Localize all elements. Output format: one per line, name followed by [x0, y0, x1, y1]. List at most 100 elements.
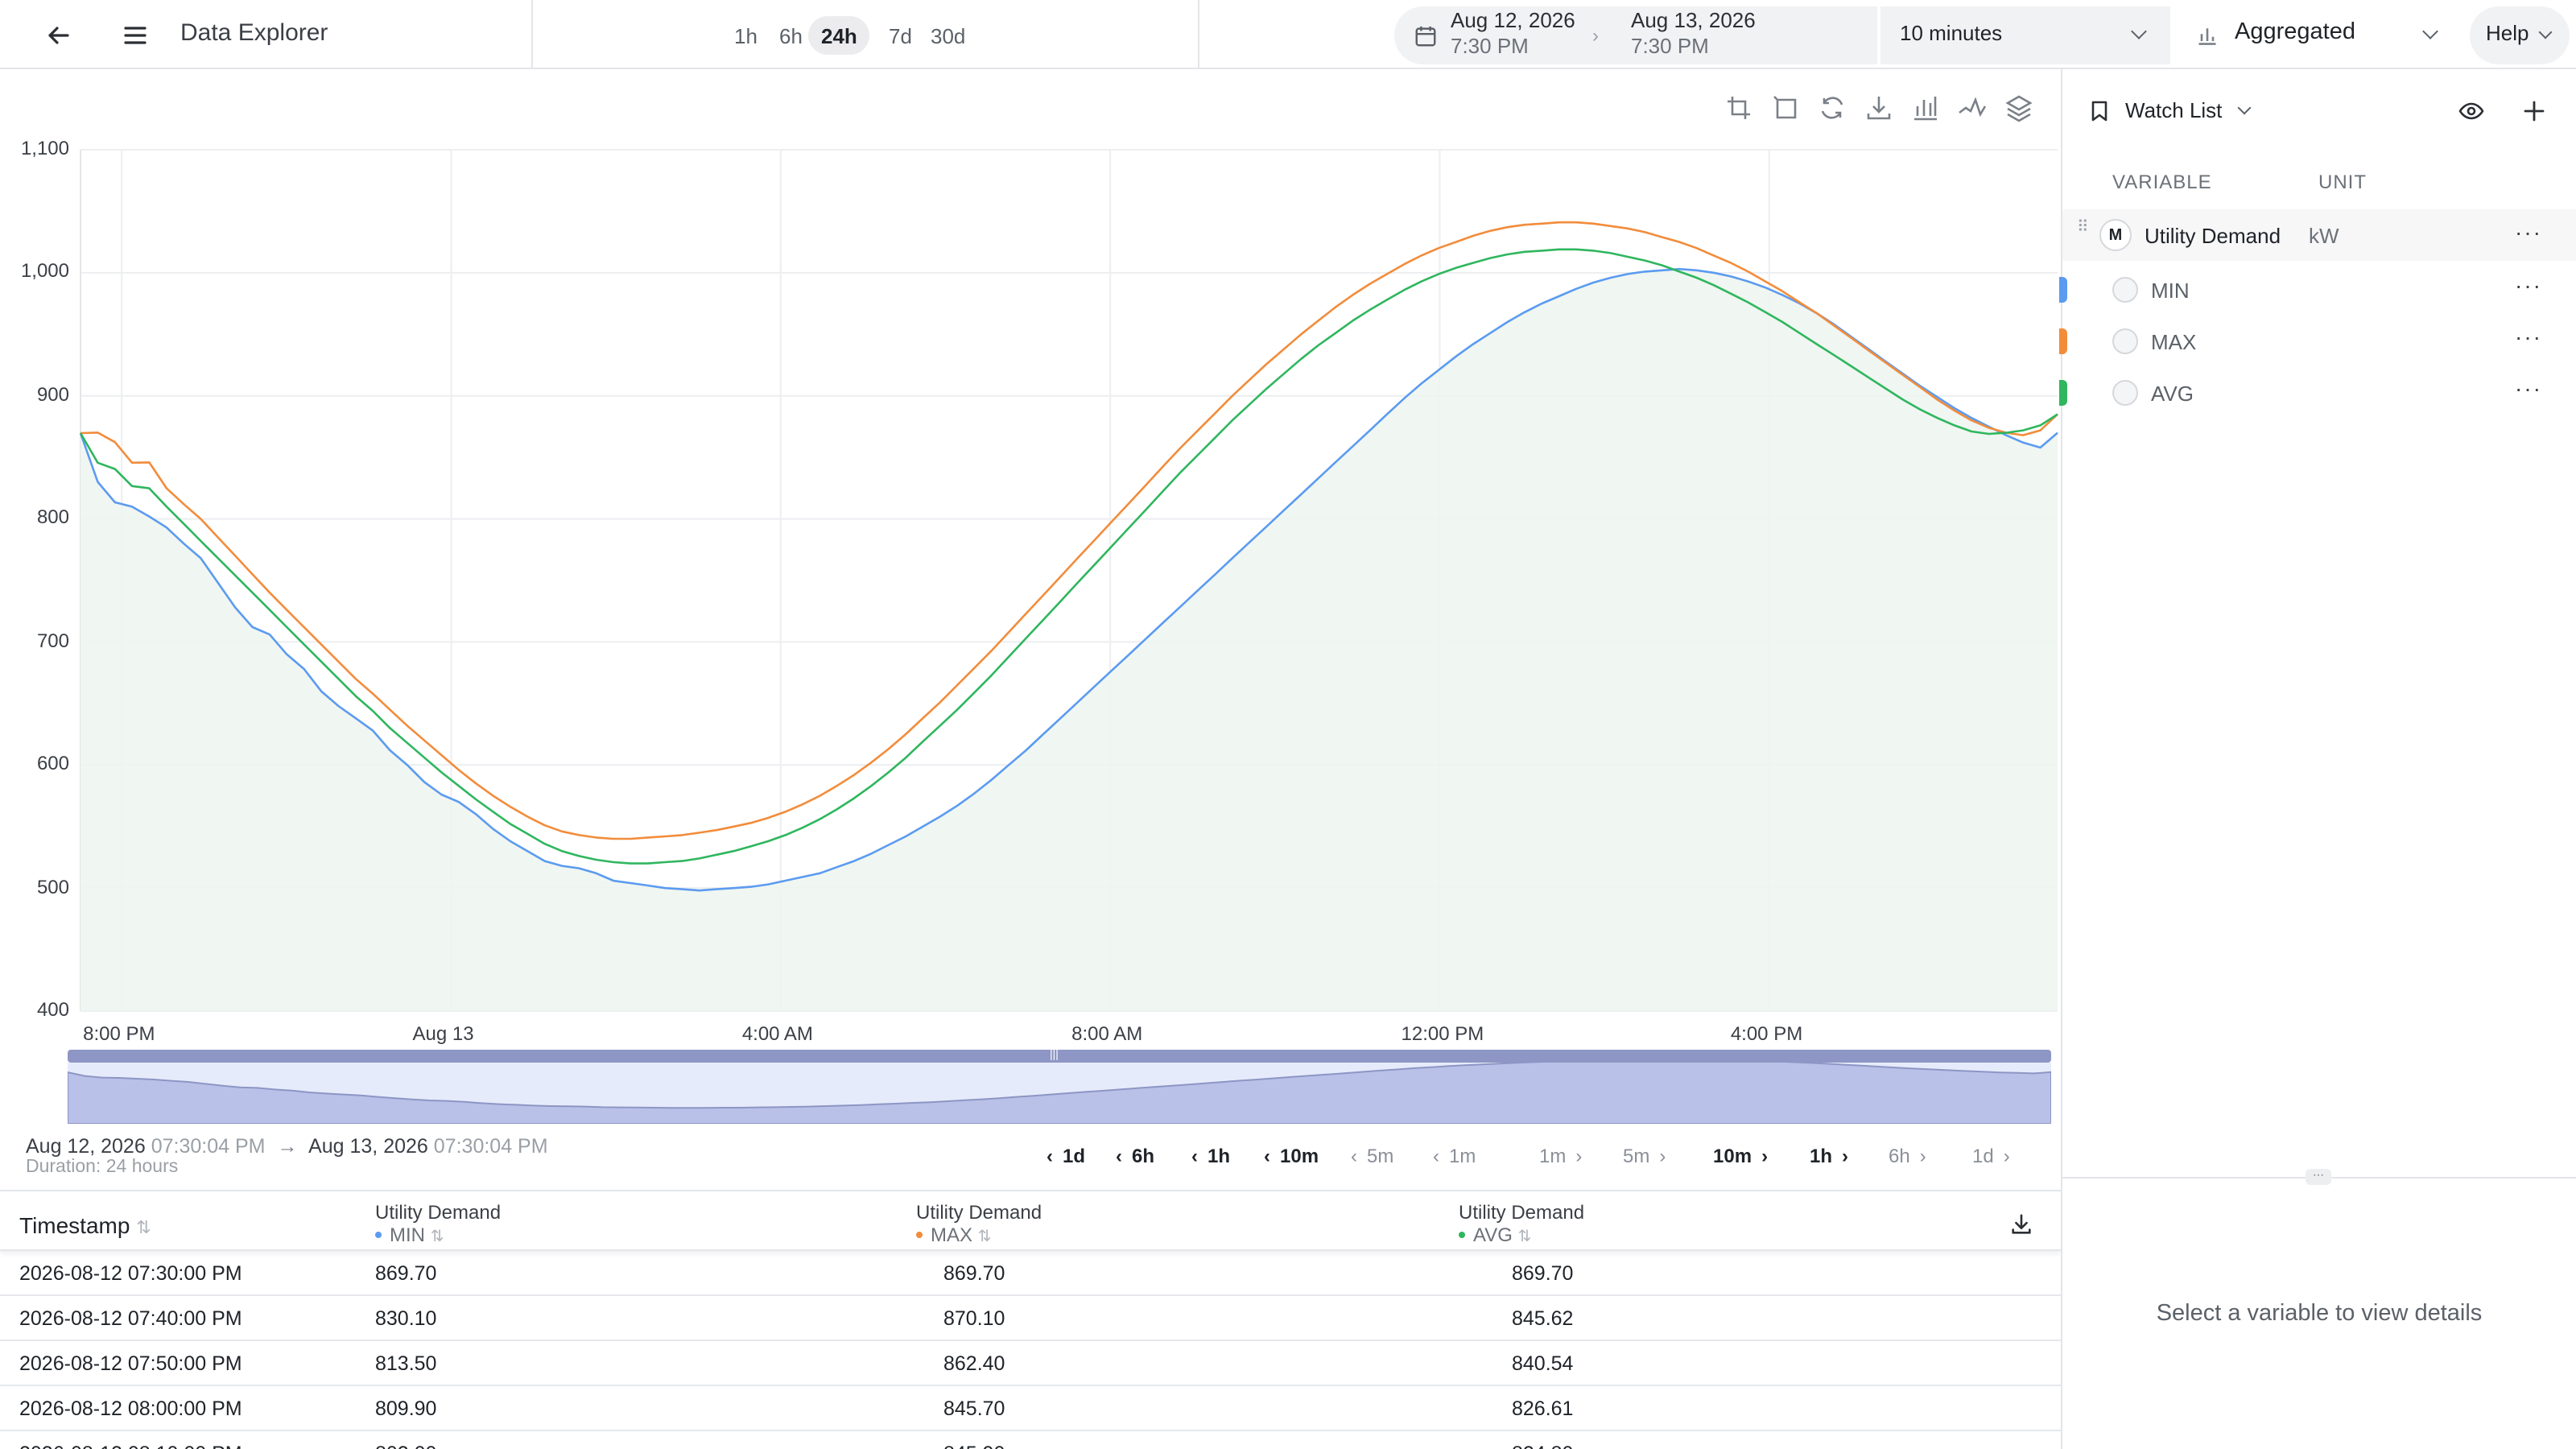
x-tick-label: Aug 13 — [412, 1022, 474, 1045]
watchlist-aggregate-min[interactable] — [2062, 264, 2576, 316]
data-explorer-app: Data Explorer 1h 6h 24h 7d 30d Aug 12, 2026 … — [0, 0, 2576, 1449]
table-cell: 809.90 — [375, 1397, 437, 1420]
table-cell: 845.90 — [943, 1443, 1005, 1449]
variable-unit: kW — [2309, 224, 2339, 248]
select-radio[interactable] — [2112, 277, 2138, 303]
chevron-right-icon: › — [1659, 1145, 1666, 1167]
step-forward-6h[interactable]: 6h › — [1889, 1145, 1926, 1167]
more-options-icon[interactable]: ··· — [2515, 324, 2542, 349]
step-label: 10m — [1280, 1145, 1319, 1167]
chevron-right-icon: › — [1575, 1145, 1583, 1167]
eye-icon[interactable] — [2454, 97, 2489, 126]
step-forward-1m[interactable]: 1m › — [1539, 1145, 1582, 1167]
step-back-5m[interactable]: ‹ 5m — [1351, 1145, 1393, 1167]
timestamp-header[interactable]: Timestamp ⇅ — [19, 1212, 151, 1238]
table-cell: 2026-08-12 08:10:00 PM — [19, 1443, 242, 1449]
chevron-right-icon: › — [1761, 1145, 1769, 1167]
step-back-1h[interactable]: ‹ 1h — [1191, 1145, 1230, 1167]
column-header-min[interactable]: Utility Demand MIN ⇅ — [375, 1201, 501, 1249]
chevron-left-icon: ‹ — [1046, 1145, 1053, 1167]
step-back-6h[interactable]: ‹ 6h — [1116, 1145, 1154, 1167]
sort-icon[interactable]: ⇅ — [978, 1228, 992, 1246]
table-cell: 862.40 — [943, 1352, 1005, 1375]
table-cell: 2026-08-12 08:00:00 PM — [19, 1397, 242, 1420]
chevron-down-icon — [2422, 23, 2438, 39]
column-header-avg[interactable]: Utility Demand AVG ⇅ — [1459, 1201, 1584, 1249]
series-dot-icon — [375, 1232, 382, 1238]
navigator-scrollbar[interactable] — [68, 1050, 2051, 1063]
line-chart[interactable] — [0, 0, 2061, 1030]
x-tick-label: 8:00 AM — [1071, 1022, 1143, 1045]
drag-handle-icon[interactable]: ⠿ — [2077, 220, 2089, 236]
plus-icon[interactable] — [2518, 95, 2550, 127]
help-label: Help — [2486, 21, 2529, 45]
chevron-left-icon: ‹ — [1351, 1145, 1357, 1167]
select-radio[interactable] — [2112, 380, 2138, 406]
column-sub-label: MAX — [931, 1224, 973, 1246]
step-forward-1h[interactable]: 1h › — [1810, 1145, 1848, 1167]
step-label: 1m — [1449, 1145, 1476, 1167]
column-sub-label: MIN — [390, 1224, 425, 1246]
step-label: 10m — [1713, 1145, 1752, 1167]
more-options-icon[interactable]: ··· — [2515, 375, 2542, 401]
watchlist-aggregate-max[interactable] — [2062, 316, 2576, 367]
step-label: 1m — [1539, 1145, 1567, 1167]
table-cell: 869.70 — [375, 1262, 437, 1285]
chevron-right-icon: › — [1919, 1145, 1926, 1167]
select-radio[interactable] — [2112, 328, 2138, 354]
timestamp-header-label: Timestamp — [19, 1212, 130, 1238]
selection-start-time: 07:30:04 PM — [151, 1135, 266, 1158]
sort-icon[interactable]: ⇅ — [136, 1219, 151, 1238]
step-forward-1d[interactable]: 1d › — [1972, 1145, 2010, 1167]
chevron-left-icon: ‹ — [1264, 1145, 1270, 1167]
step-back-1d[interactable]: ‹ 1d — [1046, 1145, 1085, 1167]
chevron-left-icon: ‹ — [1116, 1145, 1122, 1167]
column-header-max[interactable]: Utility Demand MAX ⇅ — [916, 1201, 1042, 1249]
navigator-series — [68, 1063, 2051, 1124]
table-row[interactable]: 2026-08-12 07:30:00 PM 869.70 869.70 869.70 — [0, 1251, 2061, 1296]
selection-range: Aug 12, 2026 07:30:04 PM → Aug 13, 2026 … — [26, 1135, 548, 1158]
column-title: Utility Demand — [916, 1201, 1042, 1224]
step-forward-10m[interactable]: 10m › — [1713, 1145, 1768, 1167]
step-label: 6h — [1889, 1145, 1910, 1167]
step-back-1m[interactable]: ‹ 1m — [1433, 1145, 1476, 1167]
step-label: 1d — [1972, 1145, 1994, 1167]
table-cell: 2026-08-12 07:50:00 PM — [19, 1352, 242, 1375]
more-options-icon[interactable]: ··· — [2515, 272, 2542, 298]
step-label: 6h — [1132, 1145, 1155, 1167]
download-icon[interactable] — [2003, 1206, 2038, 1241]
aggregate-label: AVG — [2151, 382, 2194, 406]
table-row[interactable]: 2026-08-12 08:00:00 PM 809.90 845.70 826.61 — [0, 1386, 2061, 1431]
table-cell: 813.50 — [375, 1352, 437, 1375]
table-cell: 840.54 — [1512, 1352, 1574, 1375]
step-label: 1h — [1208, 1145, 1231, 1167]
watchlist-aggregate-avg[interactable] — [2062, 367, 2576, 419]
column-sub: AVG ⇅ — [1459, 1224, 1584, 1249]
step-label: 5m — [1367, 1145, 1394, 1167]
table-cell: 830.10 — [375, 1307, 437, 1330]
bar-chart-icon — [2193, 21, 2222, 50]
step-label: 5m — [1623, 1145, 1650, 1167]
resize-handle-icon[interactable]: ⋯ — [2306, 1169, 2331, 1185]
sort-icon[interactable]: ⇅ — [431, 1228, 444, 1246]
table-row[interactable]: 2026-08-12 07:50:00 PM 813.50 862.40 840.54 — [0, 1341, 2061, 1386]
table-row[interactable]: 2026-08-12 08:10:00 PM 802.00 845.90 824.80 — [0, 1431, 2061, 1449]
series-color-marker — [2059, 277, 2067, 303]
watchlist-title[interactable]: Watch List — [2125, 98, 2222, 122]
navigator[interactable] — [68, 1063, 2051, 1124]
selection-end-date: Aug 13, 2026 — [308, 1135, 428, 1158]
step-forward-5m[interactable]: 5m › — [1623, 1145, 1666, 1167]
table-row[interactable]: 2026-08-12 07:40:00 PM 830.10 870.10 845.62 — [0, 1296, 2061, 1341]
table-cell: 802.00 — [375, 1443, 436, 1449]
sort-icon[interactable]: ⇅ — [1518, 1228, 1532, 1246]
mode-value[interactable]: Aggregated — [2235, 19, 2355, 45]
aggregate-label: MIN — [2151, 279, 2190, 303]
navigator-handle-icon[interactable]: ||| — [1050, 1050, 1059, 1061]
chevron-down-icon[interactable] — [2237, 101, 2252, 115]
step-back-10m[interactable]: ‹ 10m — [1264, 1145, 1319, 1167]
chevron-left-icon: ‹ — [1191, 1145, 1198, 1167]
table-cell: 826.61 — [1512, 1397, 1574, 1420]
more-options-icon[interactable]: ··· — [2515, 219, 2542, 245]
series-dot-icon — [1459, 1232, 1465, 1238]
chevron-left-icon: ‹ — [1433, 1145, 1439, 1167]
